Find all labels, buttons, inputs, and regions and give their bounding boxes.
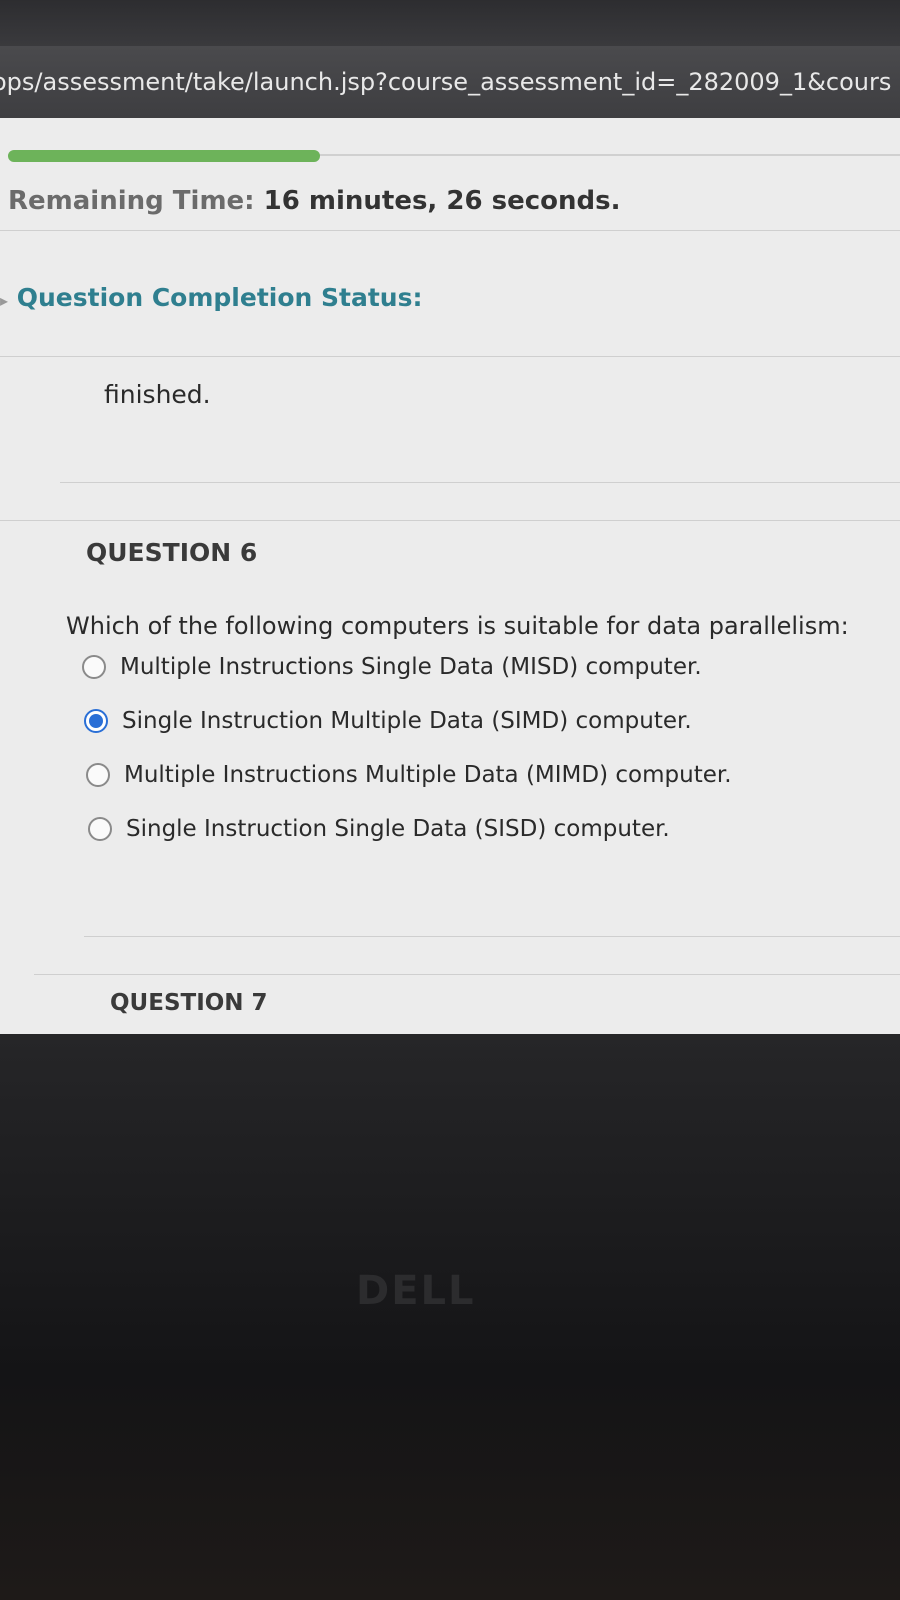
remaining-time-value: 16 minutes, 26 seconds.	[263, 186, 621, 216]
remaining-time-label: Remaining Time:	[8, 186, 255, 216]
address-bar[interactable]: ops/assessment/take/launch.jsp?course_as…	[0, 46, 900, 118]
divider	[34, 974, 900, 975]
answer-option-label: Single Instruction Single Data (SISD) co…	[126, 816, 670, 842]
laptop-bezel	[0, 1034, 900, 1600]
answer-option-label: Multiple Instructions Single Data (MISD)…	[120, 654, 702, 680]
answer-option[interactable]: Multiple Instructions Single Data (MISD)…	[82, 654, 702, 680]
answer-option[interactable]: Multiple Instructions Multiple Data (MIM…	[86, 762, 732, 788]
radio-button[interactable]	[82, 655, 106, 679]
answer-option-label: Single Instruction Multiple Data (SIMD) …	[122, 708, 692, 734]
radio-button[interactable]	[88, 817, 112, 841]
dell-logo: DELL	[356, 1268, 476, 1314]
question-7-title: QUESTION 7	[110, 990, 268, 1016]
address-bar-url: ops/assessment/take/launch.jsp?course_as…	[0, 68, 892, 96]
question-completion-status-label: Question Completion Status:	[16, 283, 423, 312]
answer-option[interactable]: Single Instruction Single Data (SISD) co…	[88, 816, 670, 842]
answer-option[interactable]: Single Instruction Multiple Data (SIMD) …	[84, 708, 692, 734]
divider	[0, 356, 900, 357]
question-6-text: Which of the following computers is suit…	[66, 612, 849, 640]
question-6-title: QUESTION 6	[86, 538, 258, 567]
question-completion-status[interactable]: ▸ Question Completion Status:	[0, 283, 422, 312]
answer-option-label: Multiple Instructions Multiple Data (MIM…	[124, 762, 732, 788]
remaining-time: Remaining Time: 16 minutes, 26 seconds.	[8, 186, 620, 216]
divider	[60, 482, 900, 483]
divider	[0, 520, 900, 521]
divider	[84, 936, 900, 937]
screen-bezel-top	[0, 0, 900, 46]
assessment-page: Remaining Time: 16 minutes, 26 seconds. …	[0, 118, 900, 1034]
radio-button[interactable]	[86, 763, 110, 787]
previous-question-text: finished.	[104, 380, 211, 409]
divider	[0, 230, 900, 231]
progress-bar	[8, 150, 320, 162]
radio-button-selected[interactable]	[84, 709, 108, 733]
expand-arrow-icon[interactable]: ▸	[0, 291, 8, 310]
